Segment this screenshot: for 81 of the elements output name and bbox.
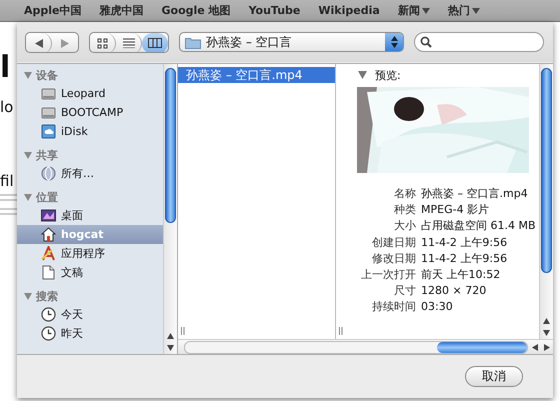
house-icon (41, 227, 56, 242)
scrollbar[interactable] (539, 64, 553, 339)
sidebar-item[interactable]: 所有… (17, 164, 163, 183)
bookmark-link[interactable]: Wikipedia (309, 4, 389, 17)
view-switcher[interactable] (89, 32, 169, 52)
info-label: 大小 (393, 218, 416, 234)
bookmark-menu[interactable]: 热门 (438, 3, 489, 18)
section-header: 共享 (36, 148, 58, 162)
file-item[interactable]: 孙燕姿 – 空口言.mp4 (178, 67, 335, 83)
info-label: 尺寸 (393, 283, 416, 300)
view-button[interactable] (142, 32, 168, 52)
location-popup[interactable]: 孙燕姿 – 空口言 (179, 32, 404, 52)
info-value: 孙燕姿 – 空口言.mp4 (421, 186, 529, 202)
section-header: 位置 (36, 190, 58, 204)
expanded-triangle-icon[interactable] (24, 292, 32, 300)
info-value: 11-4-2 上午9:56 (421, 234, 508, 251)
info-label: 创建日期 (371, 234, 416, 251)
stepper-icon (390, 36, 398, 48)
sidebar-item[interactable]: 文稿 (17, 263, 163, 282)
bookmark-link[interactable]: 雅虎中国 (90, 3, 152, 18)
search-field[interactable] (414, 32, 544, 52)
info-label: 持续时间 (371, 299, 416, 316)
info-value: MPEG-4 影片 (421, 202, 490, 218)
section-header: 设备 (36, 68, 58, 82)
resize-grip-icon (339, 327, 343, 335)
up-arrow-icon (543, 318, 550, 324)
info-value: 前天 上午10:52 (421, 267, 502, 284)
dropdown-icon (472, 7, 480, 14)
sidebar-item[interactable]: 今天 (17, 305, 163, 324)
cancel-button[interactable]: 取消 (465, 366, 523, 387)
bookmark-link[interactable]: Apple中国 (15, 3, 90, 18)
document-icon (41, 265, 56, 280)
clock-icon (41, 307, 56, 322)
columns-icon (148, 38, 162, 48)
clock-icon (41, 326, 56, 341)
drive-icon (41, 105, 56, 120)
left-arrow-icon (532, 344, 538, 350)
back-icon (34, 38, 42, 48)
sidebar-item[interactable]: 桌面 (17, 206, 163, 225)
page-text: lo (0, 98, 14, 116)
down-arrow-icon (167, 345, 174, 351)
drive-icon (41, 86, 56, 101)
down-arrow-icon (543, 330, 550, 336)
page-heading: l (0, 50, 10, 85)
info-value: 1280 × 720 (421, 283, 488, 300)
info-label: 上一次打开 (360, 267, 416, 284)
info-value: 11-4-2 上午9:56 (421, 250, 508, 267)
dropdown-icon (422, 7, 430, 14)
list-icon (122, 38, 134, 48)
info-value: 03:30 (421, 299, 454, 316)
resize-grip-icon (181, 327, 185, 335)
sidebar-item[interactable]: 应用程序 (17, 244, 163, 263)
sidebar-item[interactable]: BOOTCAMP (17, 103, 163, 122)
globe-icon (41, 166, 56, 181)
bookmark-link[interactable]: Google 地图 (152, 3, 240, 18)
info-label: 种类 (393, 202, 416, 218)
horizontal-scrollbar[interactable] (184, 340, 528, 354)
bookmark-link[interactable]: YouTube (240, 4, 310, 17)
info-value: 占用磁盘空间 61.4 MB (421, 218, 537, 234)
expanded-triangle-icon[interactable] (24, 151, 32, 159)
desktop-icon (41, 208, 56, 223)
info-label: 修改日期 (371, 250, 416, 267)
sidebar-item[interactable]: Leopard (17, 84, 163, 103)
search-icon (420, 36, 432, 48)
expanded-triangle-icon[interactable] (24, 71, 32, 79)
right-arrow-icon (544, 344, 550, 350)
scrollbar[interactable] (163, 64, 177, 354)
forward-icon (61, 38, 69, 48)
section-header: 搜索 (36, 288, 58, 304)
expanded-triangle-icon[interactable] (24, 193, 32, 201)
preview-label: 预览: (375, 68, 401, 82)
navigation-control[interactable] (25, 32, 79, 52)
sidebar-item[interactable]: 昨天 (17, 324, 163, 343)
grid-icon (97, 38, 108, 48)
folder-icon (185, 36, 201, 48)
bookmark-menu[interactable]: 新闻 (388, 3, 439, 18)
sidebar-item[interactable]: iDisk (17, 122, 163, 141)
page-text: fil (0, 172, 14, 190)
up-arrow-icon (167, 333, 174, 339)
applications-icon (41, 246, 56, 261)
info-label: 名称 (393, 186, 416, 202)
